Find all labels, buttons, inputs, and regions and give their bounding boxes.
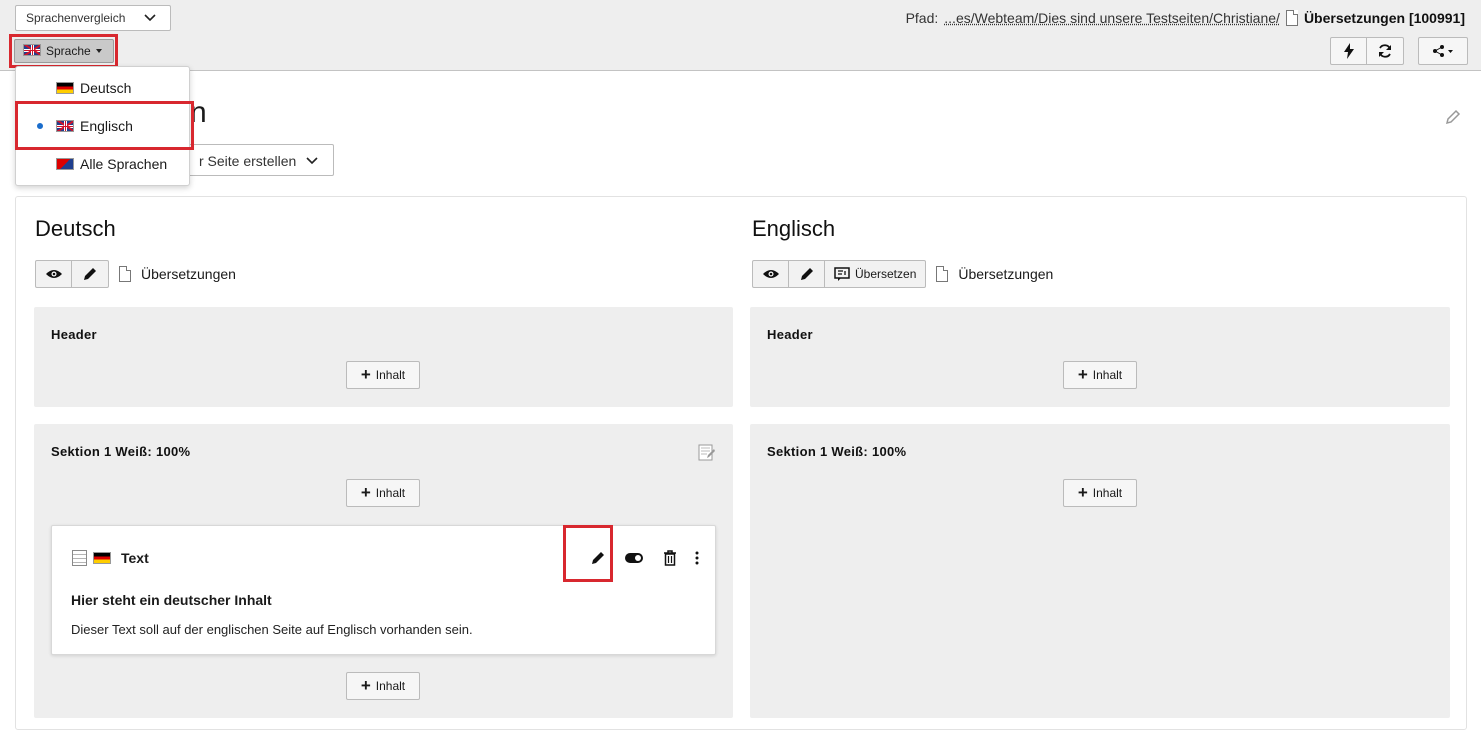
- column-tools-deutsch: Übersetzungen: [35, 260, 236, 288]
- chevron-down-icon: [306, 157, 318, 165]
- uk-flag-icon: [56, 120, 74, 132]
- column-tools-englisch: Übersetzen Übersetzungen: [752, 260, 1053, 288]
- share-icon: [1433, 45, 1453, 57]
- view-button[interactable]: [36, 261, 72, 287]
- pencil-icon: [1445, 109, 1461, 125]
- plus-icon: +: [1077, 364, 1088, 384]
- language-menu-item-englisch[interactable]: Englisch: [16, 108, 189, 144]
- section-1-right: Sektion 1 Weiß: 100% + Inhalt: [750, 424, 1450, 718]
- language-menu-label: Englisch: [80, 118, 133, 134]
- translate-label: Übersetzen: [855, 267, 917, 281]
- left-button-group: [35, 260, 109, 288]
- add-content-label: Inhalt: [375, 486, 406, 500]
- caret-down-icon: [95, 49, 102, 53]
- right-button-group: Übersetzen: [752, 260, 927, 288]
- edit-section-icon[interactable]: [698, 444, 716, 461]
- add-content-button[interactable]: + Inhalt: [1063, 361, 1137, 389]
- language-menu: Deutsch Englisch Alle Sprachen: [15, 66, 190, 186]
- page-icon: [119, 266, 131, 282]
- add-content-label: Inhalt: [375, 368, 406, 382]
- path-label: Pfad:: [905, 10, 939, 26]
- more-vertical-icon: [695, 551, 699, 565]
- language-menu-item-deutsch[interactable]: Deutsch: [16, 70, 189, 106]
- language-button-label: Sprache: [46, 44, 91, 58]
- edit-content-button[interactable]: [580, 546, 616, 570]
- content-heading: Hier steht ein deutscher Inhalt: [71, 592, 272, 608]
- language-menu-item-alle[interactable]: Alle Sprachen: [16, 146, 189, 182]
- content-body: Dieser Text soll auf der englischen Seit…: [71, 622, 473, 637]
- section-title: Sektion 1 Weiß: 100%: [767, 444, 907, 459]
- view-button[interactable]: [753, 261, 789, 287]
- section-title: Sektion 1 Weiß: 100%: [51, 444, 191, 459]
- toolbar-actions: [1330, 37, 1404, 65]
- reload-button[interactable]: [1367, 38, 1403, 64]
- plus-icon: +: [360, 482, 371, 502]
- section-title: Header: [767, 327, 813, 342]
- eye-icon: [45, 270, 62, 278]
- toggle-icon: [625, 553, 643, 563]
- eye-icon: [762, 270, 779, 278]
- german-flag-icon: [93, 552, 111, 564]
- breadcrumb: Pfad: ...es/Webteam/Dies sind unsere Tes…: [906, 10, 1465, 26]
- column-title-deutsch: Deutsch: [35, 216, 116, 241]
- selected-dot-icon: [37, 123, 43, 129]
- toggle-visibility-button[interactable]: [616, 546, 652, 570]
- translate-icon: [834, 267, 850, 281]
- section-title: Header: [51, 327, 97, 342]
- create-page-label: r Seite erstellen: [199, 153, 297, 169]
- column-page-name: Übersetzungen: [141, 266, 236, 282]
- view-mode-select[interactable]: Sprachenvergleich: [15, 5, 171, 31]
- language-menu-label: Alle Sprachen: [80, 156, 168, 172]
- content-element-header: Text: [72, 550, 149, 566]
- page-icon: [936, 266, 949, 282]
- content-type-label: Text: [121, 550, 149, 566]
- plus-icon: +: [360, 364, 371, 384]
- clear-cache-button[interactable]: [1331, 38, 1367, 64]
- plus-icon: +: [360, 675, 371, 695]
- path-link[interactable]: ...es/Webteam/Dies sind unsere Testseite…: [944, 10, 1280, 26]
- refresh-icon: [1379, 44, 1391, 58]
- translate-button[interactable]: Übersetzen: [825, 261, 925, 287]
- add-content-label: Inhalt: [1092, 486, 1123, 500]
- add-content-button[interactable]: + Inhalt: [346, 361, 420, 389]
- create-page-select[interactable]: r Seite erstellen: [170, 144, 334, 176]
- page-heading: n: [190, 96, 207, 129]
- language-menu-label: Deutsch: [80, 80, 132, 96]
- lightning-icon: [1343, 43, 1354, 59]
- more-actions-button[interactable]: [688, 546, 706, 570]
- multi-language-flag-icon: [56, 158, 74, 170]
- uk-flag-icon: [23, 44, 41, 56]
- text-content-icon: [72, 550, 87, 566]
- plus-icon: +: [1077, 482, 1088, 502]
- delete-button[interactable]: [652, 546, 688, 570]
- edit-page-properties-button[interactable]: [1444, 108, 1462, 131]
- column-title-englisch: Englisch: [752, 216, 836, 241]
- page-title: Übersetzungen [100991]: [1303, 10, 1465, 26]
- pencil-icon: [800, 268, 813, 280]
- content-element-actions: [580, 546, 706, 570]
- german-flag-icon: [56, 82, 74, 94]
- share-group: [1418, 37, 1468, 65]
- section-header-right: Header + Inhalt: [750, 307, 1450, 407]
- pencil-icon: [84, 268, 96, 280]
- add-content-label: Inhalt: [1092, 368, 1123, 382]
- trash-icon: [664, 550, 676, 566]
- add-content-label: Inhalt: [375, 679, 406, 693]
- view-mode-label: Sprachenvergleich: [26, 11, 126, 25]
- pencil-icon: [592, 552, 604, 564]
- edit-button[interactable]: [72, 261, 108, 287]
- edit-button[interactable]: [789, 261, 825, 287]
- doc-header: Sprachenvergleich Pfad: ...es/Webteam/Di…: [0, 0, 1481, 71]
- add-content-button[interactable]: + Inhalt: [346, 479, 420, 507]
- section-header-left: Header + Inhalt: [34, 307, 733, 407]
- column-page-name: Übersetzungen: [958, 266, 1054, 282]
- content-element-card: Text Hier steht ein deutscher Inhalt Die…: [51, 525, 716, 655]
- add-content-button[interactable]: + Inhalt: [1063, 479, 1137, 507]
- language-button[interactable]: Sprache: [14, 39, 114, 63]
- share-button[interactable]: [1419, 38, 1467, 64]
- add-content-button-bottom[interactable]: + Inhalt: [346, 672, 420, 700]
- page-icon: [1285, 10, 1298, 26]
- chevron-down-icon: [144, 14, 156, 22]
